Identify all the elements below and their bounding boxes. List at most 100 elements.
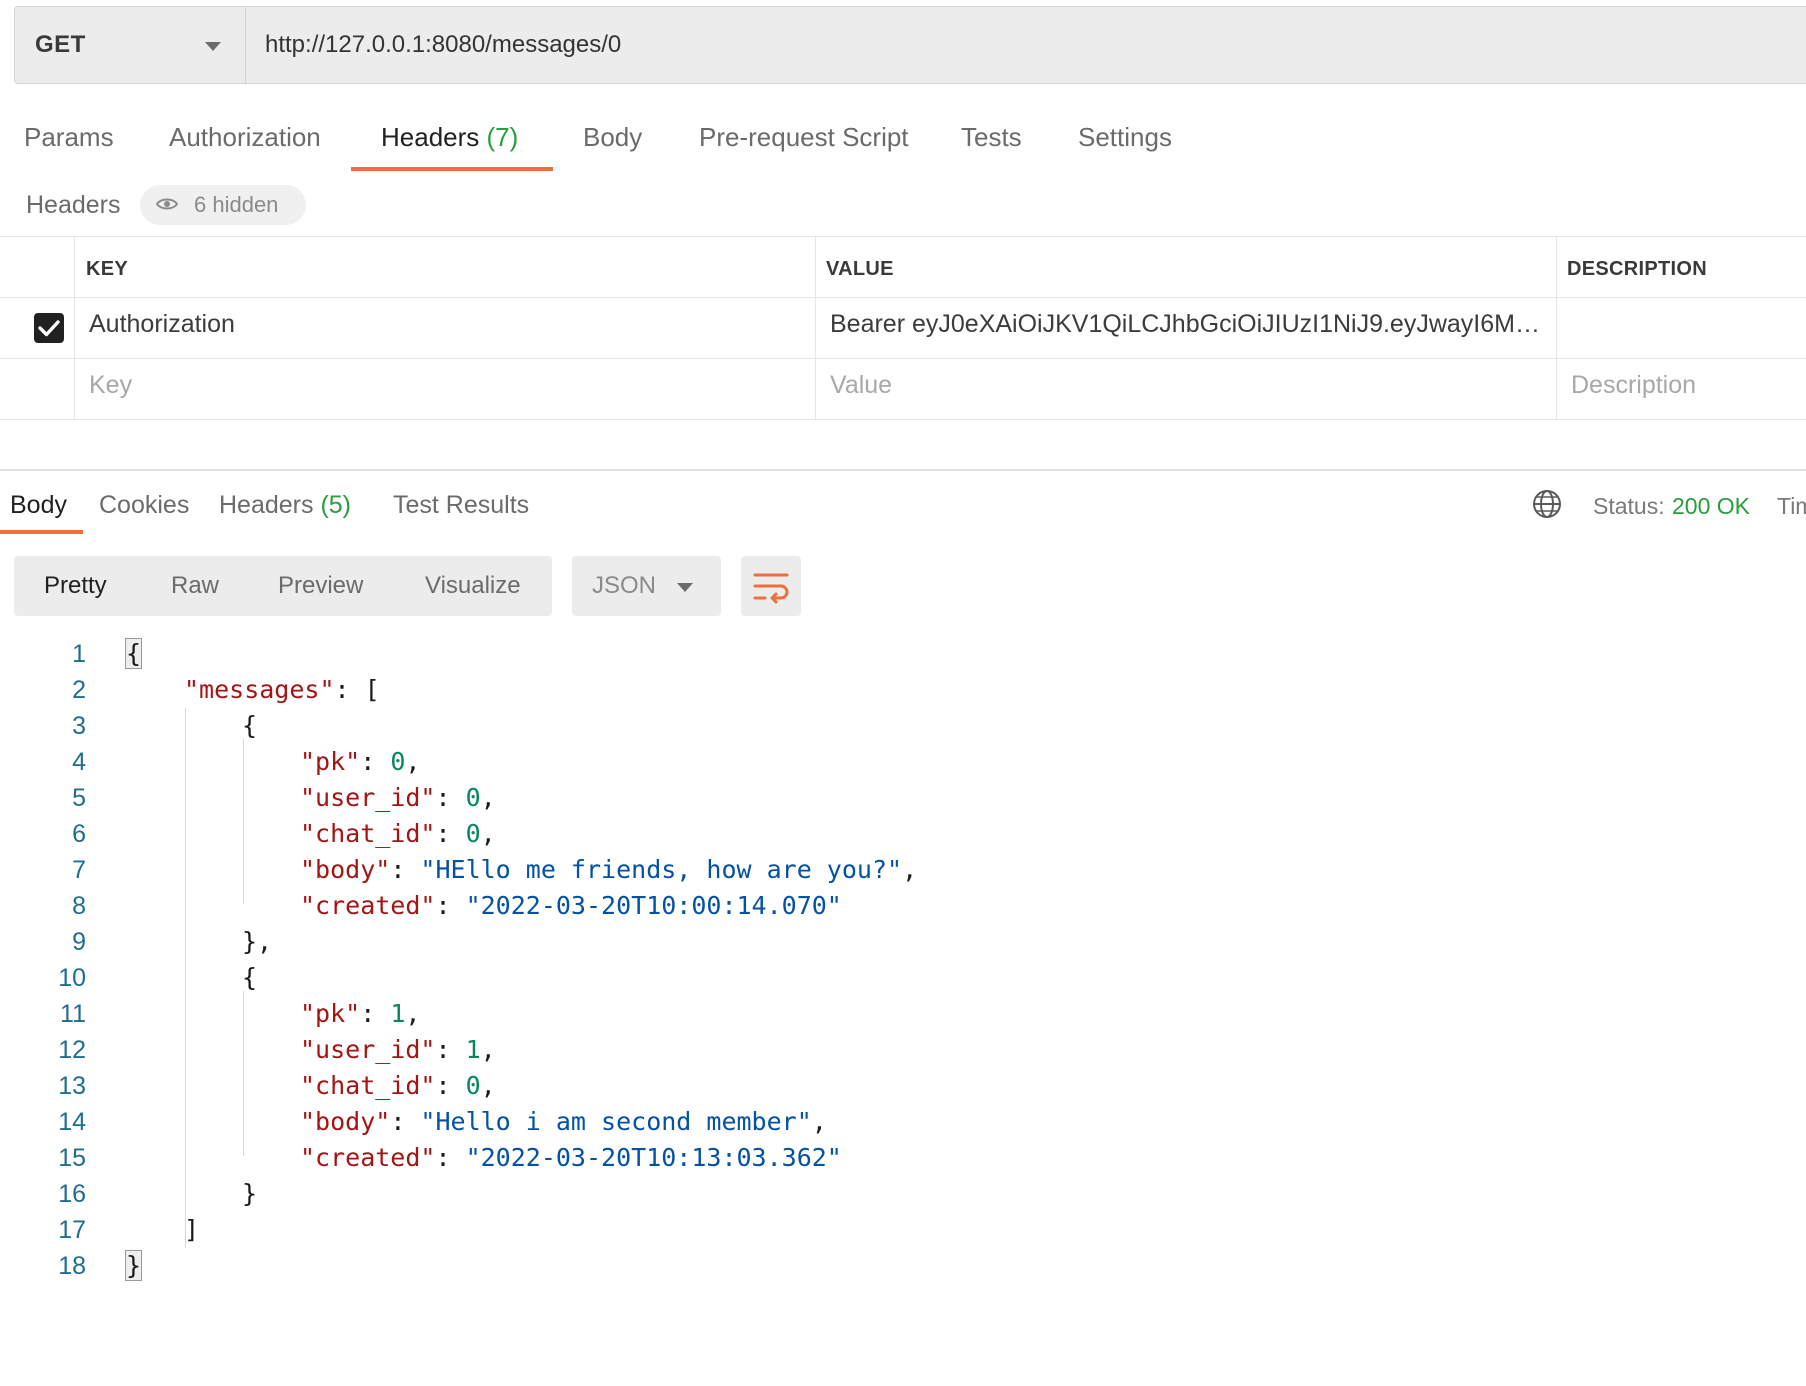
tab-label: Headers — [219, 491, 314, 519]
line-number: 13 — [58, 1072, 86, 1100]
language-select[interactable]: JSON — [572, 556, 721, 616]
tab-label: Headers — [381, 122, 480, 152]
format-toggle-group: Pretty Raw Preview Visualize — [14, 556, 552, 616]
tab-label: Authorization — [169, 122, 321, 152]
code-text: { — [242, 963, 258, 992]
code-text: "messages": [ — [184, 675, 380, 704]
method-label: GET — [35, 31, 86, 58]
column-divider — [815, 236, 816, 420]
raw-button[interactable]: Raw — [171, 572, 219, 600]
tab-tests[interactable]: Tests — [961, 122, 1022, 153]
tab-authorization[interactable]: Authorization — [169, 122, 321, 153]
line-number: 14 — [58, 1108, 86, 1136]
column-header-key: KEY — [86, 258, 129, 280]
tab-label: Settings — [1078, 122, 1172, 152]
line-number: 10 — [58, 964, 86, 992]
active-tab-indicator — [0, 530, 83, 534]
response-tab-test-results[interactable]: Test Results — [393, 491, 529, 520]
tab-label: Params — [24, 122, 114, 152]
line-number: 1 — [72, 640, 86, 668]
pane-divider[interactable] — [0, 469, 1806, 471]
chevron-down-icon — [677, 583, 693, 592]
tab-label: Tests — [961, 122, 1022, 152]
code-text: }, — [242, 927, 273, 956]
pretty-button[interactable]: Pretty — [44, 572, 107, 600]
time-label: Tim — [1777, 493, 1806, 519]
chevron-down-icon — [205, 42, 221, 51]
table-border — [0, 419, 1806, 420]
indent-guide — [185, 708, 186, 1248]
column-header-value: VALUE — [826, 258, 894, 280]
indent-guide — [243, 739, 244, 904]
code-text: "pk": 0, — [300, 747, 421, 776]
code-text: { — [124, 638, 143, 669]
response-tab-cookies[interactable]: Cookies — [99, 491, 189, 520]
headers-table: KEY VALUE DESCRIPTION Authorization Bear… — [0, 236, 1806, 420]
line-number: 6 — [72, 820, 86, 848]
eye-icon — [156, 198, 178, 210]
code-text: "pk": 1, — [300, 999, 421, 1028]
request-bar: GET — [14, 6, 1806, 84]
code-text: "chat_id": 0, — [300, 819, 496, 848]
code-text: "created": "2022-03-20T10:00:14.070" — [300, 891, 842, 920]
headers-section-title: Headers — [26, 191, 121, 219]
tab-body[interactable]: Body — [583, 122, 642, 153]
line-number: 16 — [58, 1180, 86, 1208]
code-text: "body": "HEllo me friends, how are you?"… — [300, 855, 918, 884]
tab-settings[interactable]: Settings — [1078, 122, 1172, 153]
visualize-button[interactable]: Visualize — [425, 572, 521, 600]
hidden-count-label: 6 hidden — [194, 192, 279, 217]
method-select[interactable]: GET — [15, 7, 246, 83]
line-number: 17 — [58, 1216, 86, 1244]
code-text: } — [124, 1250, 143, 1281]
tab-pre-request-script[interactable]: Pre-request Script — [699, 122, 909, 153]
active-tab-indicator — [351, 167, 553, 171]
globe-icon[interactable] — [1532, 489, 1562, 519]
line-number: 18 — [58, 1252, 86, 1280]
language-label: JSON — [592, 572, 657, 599]
status-value: 200 OK — [1672, 493, 1750, 519]
table-border — [0, 236, 1806, 237]
tab-headers[interactable]: Headers (7) — [381, 122, 518, 153]
response-body-viewer[interactable]: 1 {2 "messages": [3 {4 "pk": 0, 5 "user_id": 0… — [0, 636, 1806, 1286]
line-number: 15 — [58, 1144, 86, 1172]
hidden-headers-toggle[interactable]: 6 hidden — [140, 185, 306, 225]
code-text: ] — [184, 1215, 200, 1244]
url-input[interactable] — [245, 7, 1805, 83]
code-text: "user_id": 1, — [300, 1035, 496, 1064]
code-text: } — [242, 1179, 258, 1208]
line-number: 3 — [72, 712, 86, 740]
response-tab-body[interactable]: Body — [10, 491, 67, 520]
line-number: 12 — [58, 1036, 86, 1064]
tab-label: Test Results — [393, 491, 530, 519]
tab-count: (5) — [320, 491, 352, 519]
column-divider — [1556, 236, 1557, 420]
line-number: 9 — [72, 928, 86, 956]
wrap-lines-button[interactable] — [741, 556, 801, 616]
tab-params[interactable]: Params — [24, 122, 114, 153]
header-enabled-checkbox[interactable] — [34, 313, 64, 343]
line-number: 4 — [72, 748, 86, 776]
tab-label: Body — [583, 122, 643, 152]
indent-guide — [243, 991, 244, 1156]
key-input[interactable]: Key — [89, 371, 799, 400]
checkmark-icon — [38, 320, 60, 337]
description-input[interactable]: Description — [1571, 371, 1801, 400]
tab-label: Cookies — [99, 491, 190, 519]
header-value-cell[interactable]: Bearer eyJ0eXAiOiJKV1QiLCJhbGciOiJIUzI1N… — [830, 310, 1545, 339]
column-divider — [74, 236, 75, 420]
word-wrap-icon — [753, 573, 789, 604]
value-input[interactable]: Value — [830, 371, 1545, 400]
table-border — [0, 297, 1806, 298]
code-text: "user_id": 0, — [300, 783, 496, 812]
line-number: 8 — [72, 892, 86, 920]
tab-label: Pre-request Script — [699, 122, 909, 152]
line-number: 7 — [72, 856, 86, 884]
header-key-cell[interactable]: Authorization — [89, 310, 799, 339]
response-tab-headers[interactable]: Headers (5) — [219, 491, 351, 520]
code-text: "body": "Hello i am second member", — [300, 1107, 827, 1136]
tab-label: Body — [10, 491, 67, 519]
table-border — [0, 358, 1806, 359]
code-text: { — [242, 711, 258, 740]
preview-button[interactable]: Preview — [278, 572, 363, 600]
